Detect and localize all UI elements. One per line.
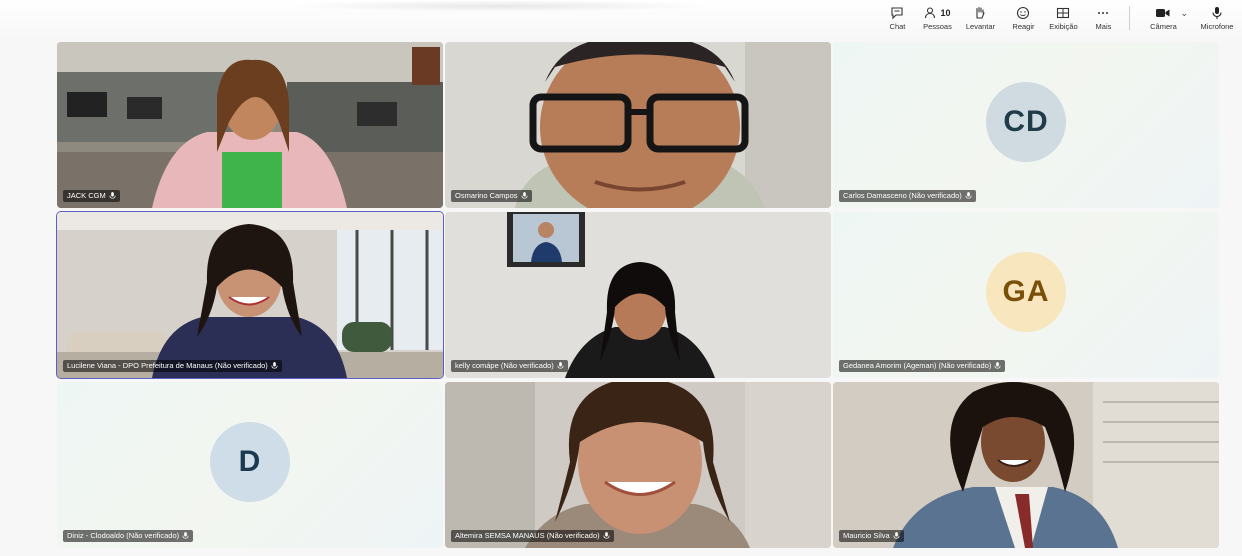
- participant-name-tag: Mauricio Silva: [839, 530, 904, 542]
- video-grid: JACK CGM Osmarino Campos CD Carlos Damas…: [56, 42, 1219, 548]
- view-button[interactable]: Exibição: [1043, 4, 1083, 31]
- raise-hand-icon: [973, 4, 987, 22]
- people-label: Pessoas: [923, 22, 952, 31]
- chat-label: Chat: [889, 22, 906, 31]
- react-button[interactable]: Reagir: [1003, 4, 1043, 31]
- camera-options-chevron-icon[interactable]: ⌄: [1180, 8, 1188, 19]
- participant-tile[interactable]: Osmarino Campos: [445, 42, 831, 208]
- microphone-icon: [521, 192, 528, 199]
- participant-name: Osmarino Campos: [455, 191, 518, 200]
- view-icon: [1056, 4, 1070, 22]
- participant-tile[interactable]: GA Gedanea Amorim (Ageman) (Não verifica…: [833, 212, 1219, 378]
- view-label: Exibição: [1049, 22, 1078, 31]
- participant-name: Carlos Damasceno (Não verificado): [843, 191, 962, 200]
- people-count: 10: [940, 8, 951, 18]
- participant-tile[interactable]: JACK CGM: [57, 42, 443, 208]
- raise-hand-button[interactable]: Levantar: [957, 4, 1003, 31]
- more-button[interactable]: Mais: [1083, 4, 1123, 31]
- chat-button[interactable]: Chat: [877, 4, 917, 31]
- participant-video: [445, 212, 831, 378]
- camera-label: Câmera: [1150, 22, 1177, 31]
- participant-name-tag: Carlos Damasceno (Não verificado): [839, 190, 976, 202]
- participant-name: kelly comápe (Não verificado): [455, 361, 554, 370]
- participant-name-tag: kelly comápe (Não verificado): [451, 360, 568, 372]
- react-label: Reagir: [1012, 22, 1035, 31]
- participant-video: [57, 42, 443, 208]
- people-button[interactable]: 10 Pessoas: [917, 4, 957, 31]
- microphone-icon: [182, 532, 189, 539]
- avatar: D: [210, 422, 290, 502]
- microphone-icon: [994, 362, 1001, 369]
- participant-name: JACK CGM: [67, 191, 106, 200]
- avatar: GA: [986, 252, 1066, 332]
- more-icon: [1096, 4, 1110, 22]
- microphone-button[interactable]: Microfone: [1194, 4, 1240, 31]
- participant-video: [57, 212, 443, 378]
- participant-name: Mauricio Silva: [843, 531, 890, 540]
- participant-video: [833, 382, 1219, 548]
- toolbar-divider: [1129, 6, 1131, 30]
- participant-name-tag: JACK CGM: [63, 190, 120, 202]
- participant-name: Lucilene Viana - DPO Prefeitura de Manau…: [67, 361, 268, 370]
- people-icon: 10: [924, 4, 950, 22]
- participant-video: [445, 382, 831, 548]
- participant-tile[interactable]: Altemira SEMSA MANAUS (Não verificado): [445, 382, 831, 548]
- react-icon: [1016, 4, 1030, 22]
- participant-tile[interactable]: Mauricio Silva: [833, 382, 1219, 548]
- participant-name-tag: Diniz - Clodoaldo (Não verificado): [63, 530, 194, 542]
- microphone-icon: [109, 192, 116, 199]
- microphone-icon: [1210, 4, 1224, 22]
- microphone-icon: [557, 362, 564, 369]
- camera-icon: [1155, 4, 1171, 22]
- participant-name: Diniz - Clodoaldo (Não verificado): [67, 531, 180, 540]
- microphone-icon: [271, 362, 278, 369]
- chat-icon: [890, 4, 904, 22]
- participant-name: Altemira SEMSA MANAUS (Não verificado): [455, 531, 600, 540]
- participant-tile-selected[interactable]: Lucilene Viana - DPO Prefeitura de Manau…: [56, 211, 444, 379]
- participant-name-tag: Osmarino Campos: [451, 190, 532, 202]
- participant-tile[interactable]: CD Carlos Damasceno (Não verificado): [833, 42, 1219, 208]
- participant-name: Gedanea Amorim (Ageman) (Não verificado): [843, 361, 992, 370]
- raise-hand-label: Levantar: [965, 22, 996, 31]
- microphone-icon: [965, 192, 972, 199]
- participant-tile[interactable]: kelly comápe (Não verificado): [445, 212, 831, 378]
- meeting-toolbar: Chat 10 Pessoas Levantar Reagir Exibição…: [877, 4, 1240, 36]
- more-label: Mais: [1095, 22, 1112, 31]
- participant-name-tag: Lucilene Viana - DPO Prefeitura de Manau…: [63, 360, 282, 372]
- participant-name-tag: Gedanea Amorim (Ageman) (Não verificado): [839, 360, 1006, 372]
- participant-name-tag: Altemira SEMSA MANAUS (Não verificado): [451, 530, 614, 542]
- microphone-icon: [893, 532, 900, 539]
- participant-tile[interactable]: D Diniz - Clodoaldo (Não verificado): [57, 382, 443, 548]
- participant-video: [445, 42, 831, 208]
- microphone-label: Microfone: [1200, 22, 1234, 31]
- avatar: CD: [986, 82, 1066, 162]
- microphone-icon: [603, 532, 610, 539]
